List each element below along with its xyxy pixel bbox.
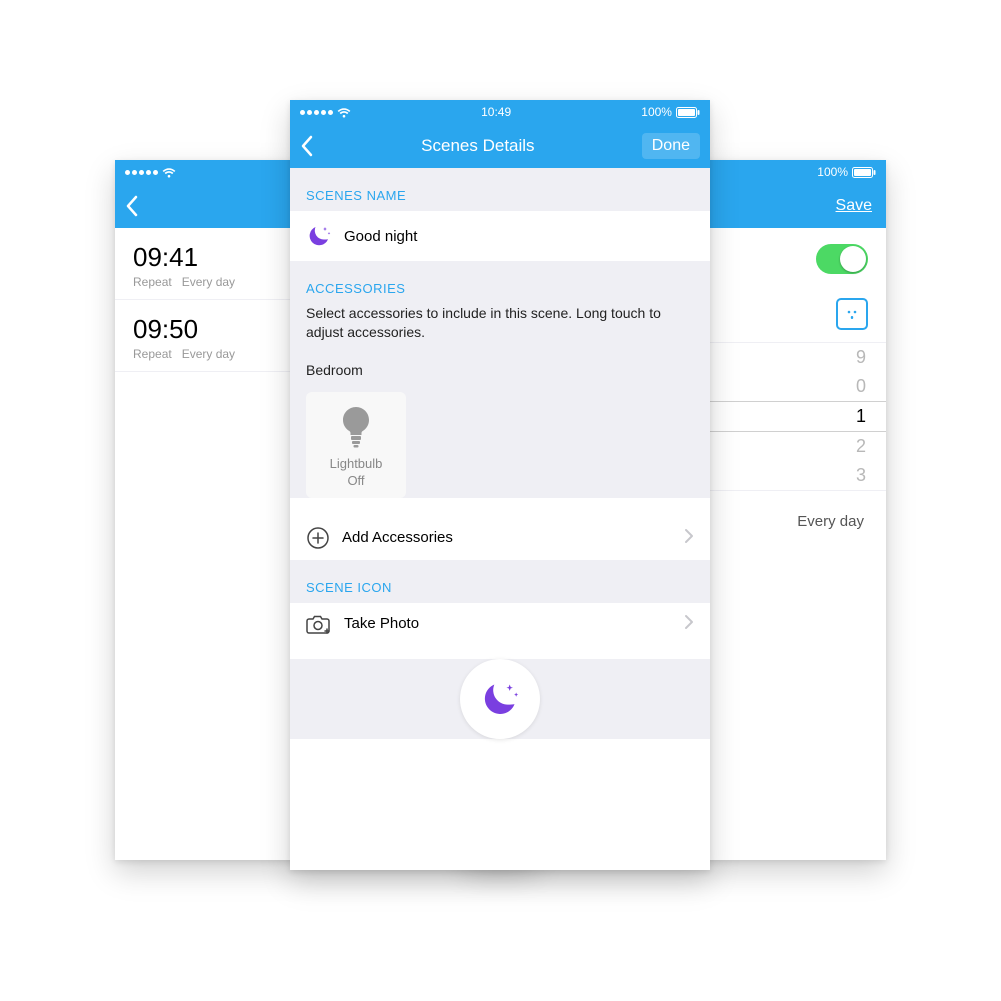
battery-icon (676, 107, 700, 118)
moon-icon (306, 223, 332, 249)
scene-icon-preview[interactable] (460, 659, 540, 739)
accessory-tile[interactable]: Lightbulb Off (306, 392, 406, 498)
scene-name-cell[interactable]: Good night (290, 211, 710, 261)
scene-name-text: Good night (344, 228, 417, 245)
add-accessories-label: Add Accessories (342, 529, 453, 546)
signal-dots-icon (300, 110, 333, 115)
status-bar: 10:49 100% (290, 100, 710, 124)
battery-icon (852, 167, 876, 178)
repeat-label: Repeat (133, 275, 172, 289)
wifi-icon (162, 167, 176, 178)
accessories-hint: Select accessories to include in this sc… (290, 304, 710, 356)
accessories-header: ACCESSORIES (290, 261, 710, 304)
plus-circle-icon (306, 526, 330, 550)
enable-toggle[interactable] (816, 244, 868, 274)
scene-icon-header: SCENE ICON (290, 560, 710, 603)
accessory-name: Lightbulb (312, 456, 400, 471)
repeat-value: Every day (182, 275, 235, 289)
room-label: Bedroom (290, 356, 710, 382)
moon-icon (479, 678, 521, 720)
battery-text: 100% (641, 105, 672, 119)
chevron-right-icon (684, 614, 694, 634)
signal-dots-icon (125, 170, 158, 175)
camera-icon (306, 613, 332, 635)
wifi-icon (337, 107, 351, 118)
back-icon[interactable] (300, 135, 314, 157)
nav-bar-center: Scenes Details Done (290, 124, 710, 168)
take-photo-cell[interactable]: Take Photo (290, 603, 710, 645)
repeat-value: Every day (182, 347, 235, 361)
lightbulb-icon (312, 406, 400, 448)
nav-title: Scenes Details (314, 136, 642, 156)
status-time: 10:49 (481, 105, 511, 119)
chevron-right-icon (684, 528, 694, 548)
accessory-state: Off (312, 473, 400, 488)
scenes-name-header: SCENES NAME (290, 168, 710, 211)
take-photo-label: Take Photo (344, 615, 419, 632)
done-button[interactable]: Done (642, 133, 700, 159)
save-button[interactable]: Save (836, 197, 872, 215)
add-accessories-cell[interactable]: Add Accessories (290, 516, 710, 560)
outlet-icon[interactable] (836, 298, 868, 330)
battery-text: 100% (817, 165, 848, 179)
repeat-label: Repeat (133, 347, 172, 361)
center-phone: 10:49 100% Scenes Details Done SCENES NA… (290, 100, 710, 870)
